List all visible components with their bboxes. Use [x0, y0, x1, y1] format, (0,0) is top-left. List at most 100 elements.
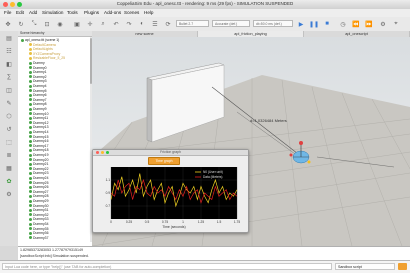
- user-settings-icon[interactable]: ⚙: [378, 19, 388, 29]
- hierarchy-item-label: Dummy5: [33, 88, 47, 93]
- dummy-icon: [29, 80, 32, 83]
- dummy-icon: [29, 172, 32, 175]
- x-tick-label: 0.25: [126, 220, 132, 224]
- dummy-icon: [29, 144, 32, 148]
- thread-icon[interactable]: ☰: [150, 19, 160, 29]
- hierarchy-item-label: Dummy36: [33, 231, 49, 236]
- dt-select[interactable]: dt=50.0 ms (def.): [253, 20, 293, 27]
- hierarchy-item[interactable]: Dummy37: [29, 236, 48, 241]
- window-title: CoppeliaSim Edu - apl_onesc.ttt - render…: [116, 1, 294, 6]
- select-icon[interactable]: ▣: [72, 19, 82, 29]
- redo-icon[interactable]: ↷: [124, 19, 134, 29]
- hierarchy-item-label: Dummy13: [33, 125, 49, 130]
- scene-hierarchy-panel: Scene hierarchy apl_onesc.ttt (scene 1) D…: [18, 31, 93, 246]
- script-select[interactable]: Sandbox script: [335, 263, 395, 270]
- dummy-icon: [29, 158, 32, 162]
- collections-icon[interactable]: ◫: [4, 85, 14, 95]
- console-line-2: [sandboxScript:info] Simulation suspende…: [20, 254, 89, 258]
- slower-icon[interactable]: ⏪: [351, 19, 361, 29]
- dummy-icon: [29, 222, 32, 226]
- menu-plugins[interactable]: Plugins: [84, 10, 99, 15]
- lua-command-input[interactable]: Input Lua code here, or type "help()" (u…: [2, 263, 332, 270]
- dummy-icon: [29, 107, 32, 111]
- time-graph-button[interactable]: Time graph: [148, 157, 180, 165]
- dummy-icon: [29, 208, 32, 212]
- menu-tools[interactable]: Tools: [67, 10, 78, 15]
- camera-icon[interactable]: ◉: [55, 19, 65, 29]
- x-tick-label: 1.5: [217, 220, 222, 224]
- menu-help[interactable]: Help: [144, 10, 153, 15]
- dummy-icon: [29, 227, 32, 231]
- dummy-icon: [29, 162, 32, 166]
- settings-icon[interactable]: ⚙: [4, 189, 14, 199]
- dummy-icon: [29, 43, 32, 47]
- hierarchy-item-label: Dummy22: [33, 166, 49, 171]
- selection-icon[interactable]: ⬚: [4, 137, 14, 147]
- shift-icon[interactable]: ⤡: [29, 19, 39, 29]
- dummy-icon: [29, 135, 32, 139]
- dynamics-icon[interactable]: ⟳: [163, 19, 173, 29]
- dummy-icon: [29, 75, 32, 79]
- gear-icon[interactable]: ✿: [4, 176, 14, 186]
- menu-scenes[interactable]: Scenes: [124, 10, 139, 15]
- status-console: 1.82985373283053 1.27787979315149 [sandb…: [18, 246, 410, 261]
- play-icon[interactable]: ▶: [296, 19, 306, 29]
- realtime-icon[interactable]: ◷: [338, 19, 348, 29]
- zoom-icon[interactable]: ⌕: [98, 19, 108, 29]
- dummy-icon: [29, 89, 32, 93]
- hierarchy-item-label: Dummy17: [33, 143, 49, 148]
- hierarchy-item-label: Dummy21: [33, 162, 49, 167]
- x-tick-label: 1.25: [198, 220, 204, 224]
- graph-window[interactable]: Friction graph Time graph 0 0.25 0.5 0.75 1 1…: [92, 149, 249, 233]
- menu-file[interactable]: File: [4, 10, 11, 15]
- camera-settings-icon[interactable]: ⌖: [391, 19, 401, 29]
- calculation-icon[interactable]: ∑: [4, 72, 14, 82]
- history-icon[interactable]: ↺: [4, 124, 14, 134]
- visual-icon[interactable]: ◐: [137, 19, 147, 29]
- dummy-icon: [29, 199, 32, 203]
- scene-icon: [21, 38, 24, 42]
- legend-label-2: Data (Meters): [203, 175, 222, 179]
- hierarchy-item-label: Dummy24: [33, 176, 49, 180]
- menu-addons[interactable]: Add-ons: [104, 10, 121, 15]
- precision-select[interactable]: Accurate (def.): [212, 20, 250, 27]
- hierarchy-item-label: Dummy4: [33, 84, 47, 88]
- fit-icon[interactable]: ⊡: [42, 19, 52, 29]
- scripts-icon[interactable]: ✎: [4, 98, 14, 108]
- y-tick-label: 1.1: [106, 178, 111, 182]
- hierarchy-item-label: Dummy: [33, 61, 45, 65]
- dummy-icon: [29, 185, 32, 189]
- model-browser-icon[interactable]: ▤: [4, 33, 14, 43]
- orient-icon[interactable]: ✛: [85, 19, 95, 29]
- stop-icon[interactable]: ■: [322, 19, 332, 29]
- pause-icon[interactable]: ❚❚: [309, 19, 319, 29]
- hierarchy-item-label: Dummy3: [33, 79, 47, 84]
- script-select-dropdown-icon[interactable]: [398, 263, 407, 270]
- hierarchy-item-label: Dummy14: [33, 130, 49, 134]
- faster-icon[interactable]: ⏩: [364, 19, 374, 29]
- x-tick-label: 1: [182, 220, 184, 224]
- menu-simulation[interactable]: Simulation: [42, 10, 63, 15]
- menu-add[interactable]: Add: [29, 10, 37, 15]
- graph-window-titlebar[interactable]: Friction graph: [93, 150, 248, 156]
- dummy-icon: [29, 167, 32, 171]
- scene-hierarchy-icon[interactable]: ☷: [4, 46, 14, 56]
- dummy-icon: [29, 190, 32, 194]
- layers-icon[interactable]: ≣: [4, 150, 14, 160]
- rotate-icon[interactable]: ↻: [16, 19, 26, 29]
- undo-icon[interactable]: ↶: [111, 19, 121, 29]
- graph-window-title: Friction graph: [160, 150, 181, 154]
- hierarchy-item-label: Dummy16: [33, 139, 49, 144]
- engine-select[interactable]: Bullet 2.7: [176, 20, 209, 27]
- pan-icon[interactable]: ✥: [3, 19, 13, 29]
- friction-plot: 0 0.25 0.5 0.75 1 1.25 1.5 1.75 0.7 0.9 1.1 N0 (Use…: [106, 167, 240, 229]
- pages-icon[interactable]: ▦: [4, 163, 14, 173]
- hierarchy-item-label: Dummy6: [33, 93, 47, 98]
- shapes-icon[interactable]: ⬡: [4, 111, 14, 121]
- dummy-icon: [29, 84, 32, 88]
- dummy-icon: [29, 47, 32, 51]
- wall-side: [146, 77, 153, 143]
- y-tick-label: 0.7: [106, 204, 111, 208]
- properties-icon[interactable]: ◧: [4, 59, 14, 69]
- menu-edit[interactable]: Edit: [16, 10, 24, 15]
